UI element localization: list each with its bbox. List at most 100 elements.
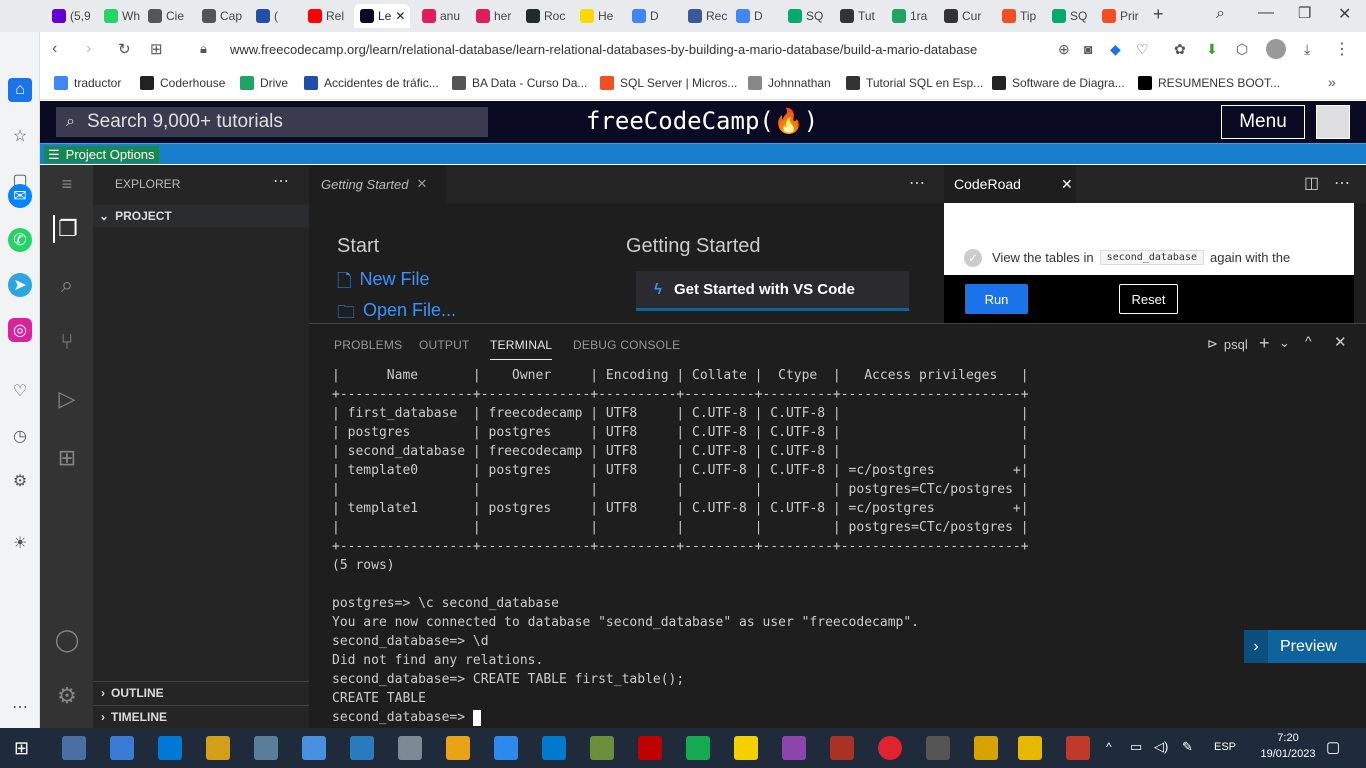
maximize-panel-icon[interactable]: ^ [1305,333,1312,349]
browser-tab[interactable]: D [730,4,778,28]
browser-tab[interactable]: Wh [98,4,146,28]
shield-icon[interactable]: ◆ [1110,41,1121,58]
more-bookmarks-icon[interactable]: » [1328,74,1336,90]
zoom-icon[interactable]: ⊕ [1058,41,1070,58]
close-tab-icon[interactable]: ✕ [395,9,405,23]
new-file-link[interactable]: 🗋︎ New File [337,269,430,299]
browser-tab[interactable]: Tut [834,4,882,28]
search-tabs-icon[interactable]: ⌕ [1216,5,1225,23]
search-icon[interactable]: ⌕ [53,271,81,299]
app-icon[interactable] [494,736,518,760]
new-tab-icon[interactable]: + [1153,4,1164,25]
bookmark-item[interactable]: Drive [240,76,288,90]
volume-icon[interactable]: ◁) [1154,739,1168,755]
tray-chevron-icon[interactable]: ^ [1106,740,1112,754]
telegram-icon[interactable]: ➤ [8,273,32,297]
project-options-button[interactable]: ☰ Project Options [44,146,159,163]
tab-coderoad[interactable]: CodeRoad ✕ [944,165,1076,203]
more-icon[interactable]: ⋯ [8,695,32,719]
new-terminal-icon[interactable]: + [1259,333,1270,354]
downloads-icon[interactable]: ⤓ [1304,41,1310,58]
app-icon[interactable] [254,736,278,760]
app-icon[interactable] [110,736,134,760]
chevron-down-icon[interactable]: ⌄ [1279,335,1290,351]
bookmark-item[interactable]: traductor [54,76,121,90]
bookmark-item[interactable]: SQL Server | Micros... [600,76,737,90]
editor-more-icon[interactable]: ⋯ [909,173,925,193]
restore-icon[interactable]: ❐ [1298,4,1311,22]
browser-tab[interactable]: Cur [938,4,986,28]
reload-icon[interactable]: ↻ [118,40,131,58]
language-indicator[interactable]: ESP [1214,741,1236,753]
star-icon[interactable]: ☆ [8,124,32,148]
browser-tab[interactable]: Cie [142,4,190,28]
notifications-icon[interactable]: ▢ [1326,738,1340,756]
browser-tab[interactable]: Rel [302,4,350,28]
browser-tab[interactable]: her [470,4,518,28]
forward-icon[interactable]: › [86,40,91,58]
search-input[interactable]: ⌕ Search 9,000+ tutorials [56,107,488,137]
app-icon[interactable] [398,736,422,760]
outline-section[interactable]: › OUTLINE [93,681,309,703]
close-tab-icon[interactable]: ✕ [416,176,427,192]
browser-tab[interactable]: 1ra [886,4,934,28]
browser-tab[interactable]: D [626,4,674,28]
filezilla-icon[interactable] [638,736,662,760]
vscode-taskbar-icon[interactable] [542,736,566,760]
browser-tab[interactable]: Le ✕ [354,4,410,28]
extension-icon[interactable]: ✿ [1174,41,1186,58]
minimize-icon[interactable]: — [1258,4,1274,22]
settings-taskbar-icon[interactable] [926,736,950,760]
menu-icon[interactable]: ≡ [53,170,81,198]
messenger-icon[interactable]: ✉ [8,184,32,208]
clock-time[interactable]: 7:20 [1268,732,1308,744]
menu-dots-icon[interactable]: ⋮ [1334,39,1350,59]
files-icon[interactable]: ❐ [53,215,81,243]
camera-icon[interactable]: ◙ [1084,41,1092,57]
app-icon[interactable] [62,736,86,760]
get-started-button[interactable]: ϟ Get Started with VS Code [636,271,909,311]
pen-icon[interactable]: ✎ [1182,739,1193,755]
source-control-icon[interactable]: ⑂ [53,328,81,356]
app-icon[interactable] [782,736,806,760]
menu-button[interactable]: Menu [1221,105,1305,139]
browser-tab[interactable]: anu [416,4,464,28]
bookmark-item[interactable]: Tutorial SQL en Esp... [846,76,983,90]
avatar[interactable] [1316,105,1350,139]
panel-tab-debug-console[interactable]: DEBUG CONSOLE [573,338,680,352]
whatsapp-icon[interactable]: ✆ [8,228,32,252]
bookmark-item[interactable]: Software de Diagra... [992,76,1125,90]
windows-start-icon[interactable]: ⊞ [14,738,29,759]
home-icon[interactable]: ⌂ [8,78,32,102]
close-panel-icon[interactable]: ✕ [1334,333,1347,351]
browser-tab[interactable]: Prir [1096,4,1144,28]
browser-tab[interactable]: (5,9 [46,4,94,28]
settings-icon[interactable]: ⚙ [8,469,32,493]
app-icon[interactable] [830,736,854,760]
app-icon[interactable] [206,736,230,760]
instagram-icon[interactable]: ◎ [8,318,32,342]
timeline-section[interactable]: › TIMELINE [93,705,309,727]
cube-icon[interactable]: ⬡ [1236,41,1248,58]
tab-getting-started[interactable]: Getting Started ✕ [309,165,446,203]
app-icon[interactable] [590,736,614,760]
terminal-selector[interactable]: ⊳ psql [1207,336,1248,352]
manage-gear-icon[interactable]: ⚙ [53,682,81,710]
reset-button[interactable]: Reset [1119,284,1178,314]
panel-tab-terminal[interactable]: TERMINAL [490,338,553,360]
back-icon[interactable]: ‹ [52,40,57,58]
heart-icon[interactable]: ♡ [8,379,32,403]
download-ext-icon[interactable]: ⬇ [1206,41,1218,58]
network-icon[interactable]: ▭ [1130,739,1142,755]
opera-taskbar-icon[interactable] [878,736,902,760]
bookmark-heart-icon[interactable]: ♡ [1136,41,1149,58]
app-icon[interactable] [158,736,182,760]
lightbulb-icon[interactable]: ☀ [8,531,32,555]
browser-tab[interactable]: He [574,4,622,28]
extensions-icon[interactable]: ⊞ [53,444,81,472]
browser-tab[interactable]: Roc [520,4,568,28]
app-icon[interactable] [350,736,374,760]
browser-tab[interactable]: SQ [782,4,830,28]
tabs-grid-icon[interactable]: ⊞ [150,40,163,58]
browser-tab[interactable]: ( [250,4,298,28]
